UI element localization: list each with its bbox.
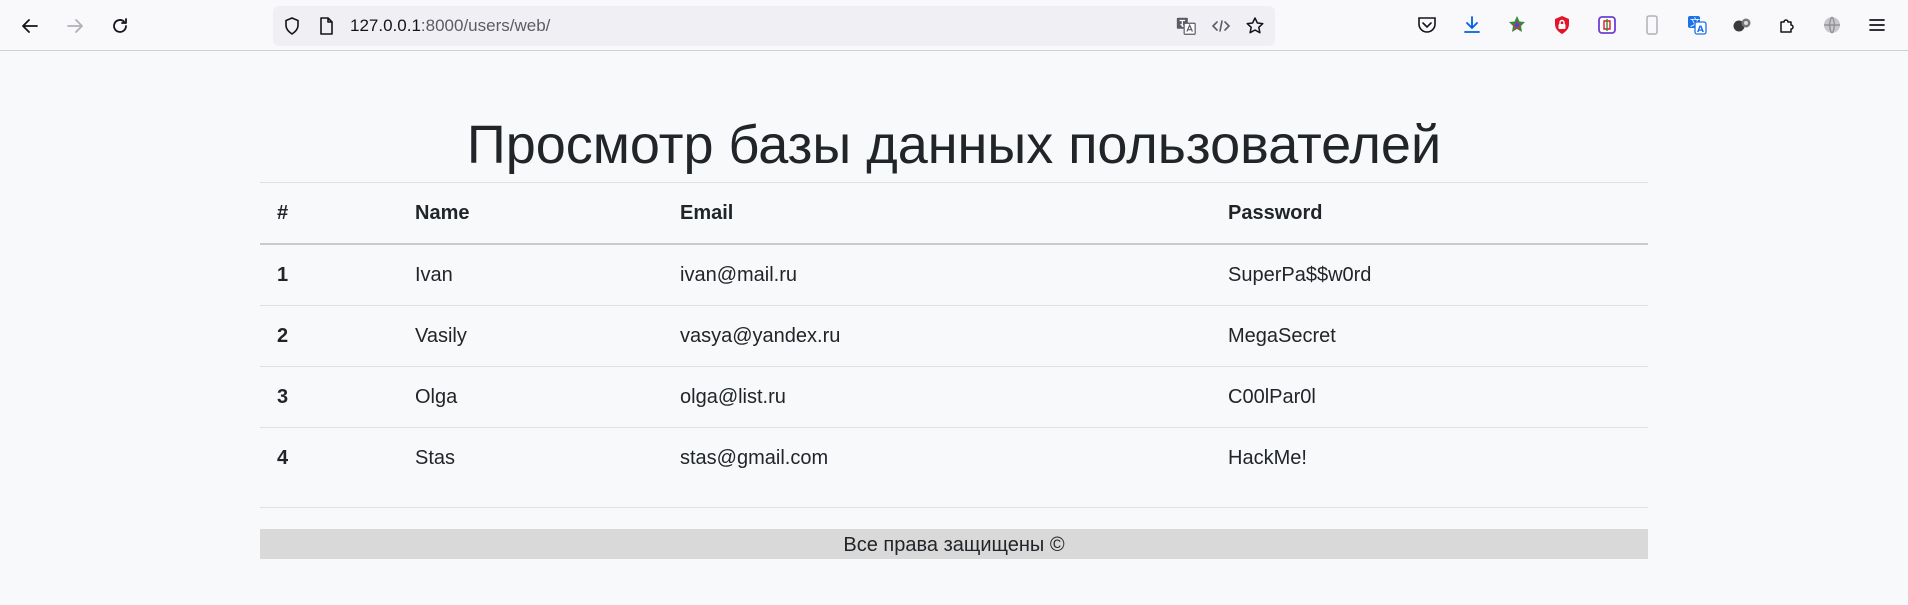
box-extension-icon[interactable] <box>1595 13 1619 37</box>
reload-button[interactable] <box>104 10 136 42</box>
user-number: 4 <box>277 446 289 469</box>
url-host: 127.0.0.1 <box>350 16 421 35</box>
hamburger-menu-icon[interactable] <box>1865 13 1889 37</box>
column-header-name: Name <box>415 201 470 224</box>
footer: Все права защищены © <box>260 529 1648 559</box>
column-header-number: # <box>277 201 289 224</box>
address-bar[interactable]: 127.0.0.1:8000/users/web/ <box>273 6 1275 46</box>
user-number: 1 <box>277 263 289 286</box>
column-header-password: Password <box>1228 201 1323 224</box>
user-password: HackMe! <box>1228 446 1307 469</box>
translate-icon[interactable] <box>1174 16 1198 36</box>
back-button[interactable] <box>14 10 46 42</box>
reload-icon <box>113 18 127 33</box>
table-body: 1 Ivan ivan@mail.ru SuperPa$$w0rd 2 Vasi… <box>260 244 1648 489</box>
arrow-right-icon <box>67 19 83 33</box>
user-number: 2 <box>277 324 289 347</box>
url-text[interactable]: 127.0.0.1:8000/users/web/ <box>350 6 550 46</box>
table-row: 4 Stas stas@gmail.com HackMe! <box>260 428 1648 489</box>
user-email: ivan@mail.ru <box>680 263 798 286</box>
star-icon[interactable] <box>1245 16 1265 36</box>
browser-toolbar: 127.0.0.1:8000/users/web/ 文A <box>0 0 1908 51</box>
user-email: vasya@yandex.ru <box>680 324 841 347</box>
circles-extension-icon[interactable] <box>1730 13 1754 37</box>
table-row: 3 Olga olga@list.ru C00lPar0l <box>260 367 1648 428</box>
user-name: Vasily <box>415 324 467 347</box>
users-table: # Name Email Password 1 Ivan ivan@mail.r… <box>260 182 1648 489</box>
user-password: MegaSecret <box>1228 324 1336 347</box>
user-name: Stas <box>415 446 456 469</box>
user-email: olga@list.ru <box>680 385 786 408</box>
arrow-left-icon <box>22 19 38 33</box>
user-password: SuperPa$$w0rd <box>1228 263 1372 286</box>
column-header-email: Email <box>680 201 734 224</box>
shield-extension-icon[interactable] <box>1550 13 1574 37</box>
forward-button[interactable] <box>59 10 91 42</box>
svg-text:A: A <box>1697 25 1704 35</box>
url-path: :8000/users/web/ <box>420 16 551 35</box>
pocket-icon[interactable] <box>1415 13 1439 37</box>
extension-star-icon[interactable] <box>1505 13 1529 37</box>
user-name: Ivan <box>415 263 453 286</box>
table-row: 1 Ivan ivan@mail.ru SuperPa$$w0rd <box>260 244 1648 306</box>
user-email: stas@gmail.com <box>680 446 829 469</box>
shield-icon[interactable] <box>282 16 302 36</box>
code-icon[interactable] <box>1211 16 1231 36</box>
translate-extension-icon[interactable]: 文A <box>1685 13 1709 37</box>
page-title: Просмотр базы данных пользователей <box>466 115 1442 175</box>
download-icon[interactable] <box>1460 13 1484 37</box>
user-number: 3 <box>277 385 289 408</box>
table-row: 2 Vasily vasya@yandex.ru MegaSecret <box>260 306 1648 367</box>
page-icon[interactable] <box>316 16 336 36</box>
mobile-icon[interactable] <box>1640 13 1664 37</box>
table-header: # Name Email Password <box>260 182 1648 244</box>
table-header-row: # Name Email Password <box>260 182 1648 244</box>
extensions-puzzle-icon[interactable] <box>1775 13 1799 37</box>
table-bottom-divider <box>260 507 1648 508</box>
user-password: C00lPar0l <box>1228 385 1316 408</box>
user-name: Olga <box>415 385 458 408</box>
globe-icon[interactable] <box>1820 13 1844 37</box>
